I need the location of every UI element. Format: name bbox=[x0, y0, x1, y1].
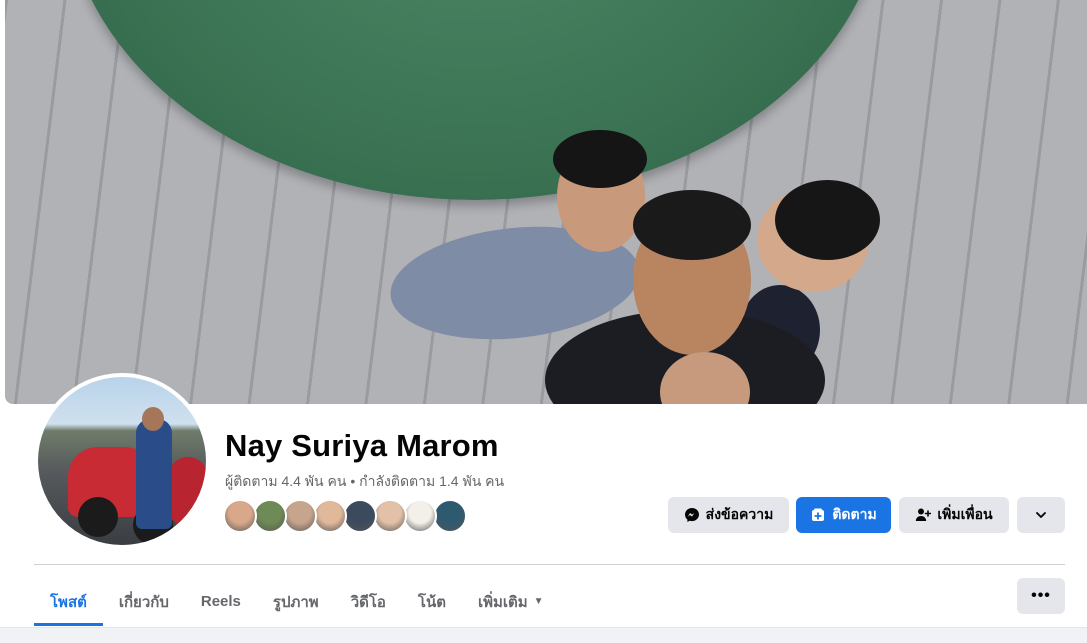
cover-green-disc bbox=[65, 0, 885, 200]
messenger-icon bbox=[684, 508, 699, 522]
tab-label: วิดีโอ bbox=[350, 593, 386, 611]
tab-label: โน้ต bbox=[417, 593, 446, 611]
profile-avatar[interactable] bbox=[34, 373, 210, 549]
message-button-label: ส่งข้อความ bbox=[705, 506, 774, 522]
follow-stats[interactable]: ผู้ติดตาม 4.4 พัน คน • กำลังติดตาม 1.4 พ… bbox=[225, 471, 504, 493]
friend-avatar[interactable] bbox=[433, 499, 467, 533]
friend-avatar[interactable] bbox=[403, 499, 437, 533]
tab-about[interactable]: เกี่ยวกับ bbox=[103, 577, 185, 626]
friend-avatar[interactable] bbox=[223, 499, 257, 533]
avatar-person bbox=[136, 419, 172, 529]
page-background-strip bbox=[0, 627, 1087, 643]
tab-notes[interactable]: โน้ต bbox=[402, 577, 462, 626]
add-friend-icon bbox=[916, 508, 932, 521]
tab-label: Reels bbox=[200, 593, 241, 610]
chevron-down-icon bbox=[1036, 512, 1046, 518]
tab-label: เพิ่มเติม bbox=[477, 593, 528, 611]
profile-tabs: โพสต์ เกี่ยวกับ Reels รูปภาพ วิดีโอ โน้ต… bbox=[34, 577, 560, 626]
follow-icon bbox=[812, 508, 825, 521]
friend-avatar[interactable] bbox=[283, 499, 317, 533]
cover-figure-man-hair bbox=[633, 190, 751, 260]
tab-posts[interactable]: โพสต์ bbox=[34, 577, 103, 626]
profile-divider bbox=[34, 564, 1065, 565]
tab-photos[interactable]: รูปภาพ bbox=[257, 577, 335, 626]
follow-button-label: ติดตาม bbox=[832, 506, 877, 522]
avatar-motorcycle-right bbox=[168, 457, 206, 527]
friend-avatar[interactable] bbox=[343, 499, 377, 533]
more-dots-icon: ••• bbox=[1031, 587, 1051, 604]
add-friend-button-label: เพิ่มเพื่อน bbox=[937, 506, 993, 522]
cover-figure-child-right-hair bbox=[775, 180, 880, 260]
avatar-person-head bbox=[142, 407, 164, 431]
tab-videos[interactable]: วิดีโอ bbox=[335, 577, 402, 626]
friend-avatar[interactable] bbox=[373, 499, 407, 533]
avatar-wheel bbox=[78, 497, 118, 537]
profile-avatar-photo bbox=[38, 377, 206, 545]
tab-label: โพสต์ bbox=[50, 593, 87, 611]
more-dots-button[interactable]: ••• bbox=[1017, 578, 1065, 614]
friend-avatar[interactable] bbox=[253, 499, 287, 533]
cover-figure-child-left-hair bbox=[553, 130, 647, 188]
message-button[interactable]: ส่งข้อความ bbox=[668, 497, 789, 533]
caret-down-icon: ▼ bbox=[533, 596, 544, 607]
profile-name: Nay Suriya Marom bbox=[225, 428, 499, 463]
add-friend-button[interactable]: เพิ่มเพื่อน bbox=[899, 497, 1009, 533]
tab-label: รูปภาพ bbox=[272, 593, 319, 611]
more-options-button[interactable] bbox=[1017, 497, 1065, 533]
mutual-friends-avatars[interactable] bbox=[223, 499, 467, 533]
tab-reels[interactable]: Reels bbox=[185, 577, 257, 626]
friend-avatar[interactable] bbox=[313, 499, 347, 533]
tab-more[interactable]: เพิ่มเติม ▼ bbox=[462, 577, 560, 626]
follow-button[interactable]: ติดตาม bbox=[796, 497, 891, 533]
tab-label: เกี่ยวกับ bbox=[118, 593, 169, 611]
cover-photo[interactable] bbox=[5, 0, 1087, 404]
